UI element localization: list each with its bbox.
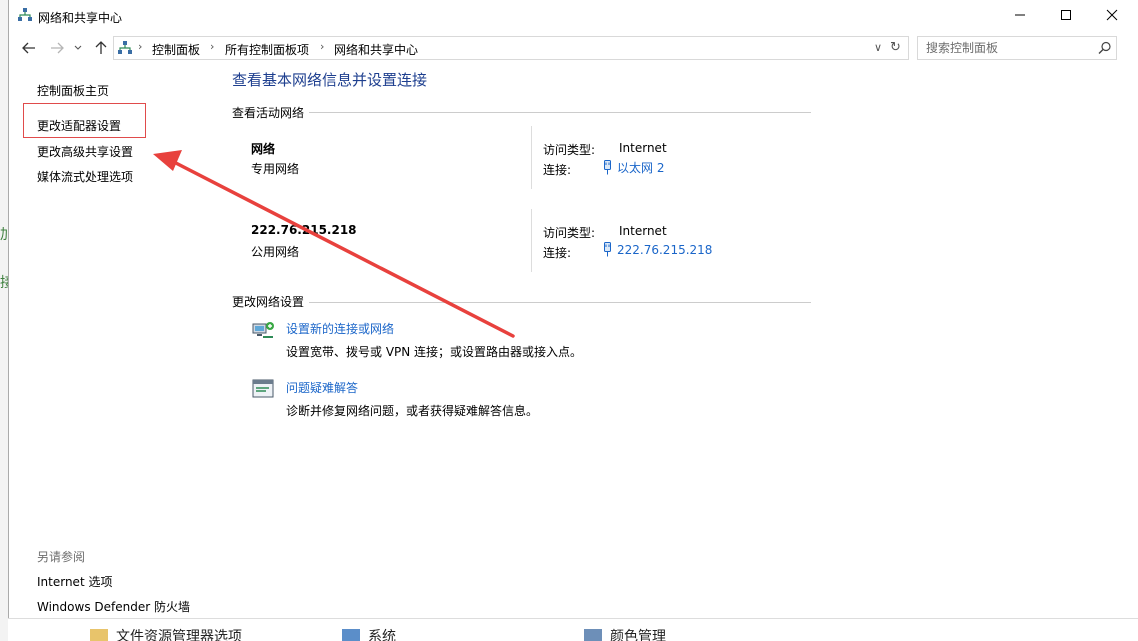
connection-name[interactable]: 222.76.215.218 [617, 243, 712, 257]
search-icon[interactable] [1098, 41, 1112, 55]
column-divider [531, 126, 532, 189]
change-advanced-sharing-link[interactable]: 更改高级共享设置 [37, 143, 133, 160]
arrow-left-icon [22, 42, 35, 54]
window-title: 网络和共享中心 [38, 11, 123, 25]
chevron-down-icon [74, 45, 82, 50]
navigation-bar: › 控制面板 › 所有控制面板项 › 网络和共享中心 ∨ ↻ [9, 34, 1138, 62]
connection-link[interactable]: 222.76.215.218 [603, 242, 712, 257]
minimize-button[interactable] [997, 0, 1043, 30]
change-adapter-settings-link[interactable]: 更改适配器设置 [37, 117, 121, 134]
setup-new-connection-link[interactable]: 设置新的连接或网络 [286, 320, 394, 337]
troubleshoot-problems-link[interactable]: 问题疑难解答 [286, 379, 358, 396]
recent-locations-button[interactable] [71, 38, 85, 58]
search-box[interactable] [917, 36, 1117, 60]
background-item-label: 文件资源管理器选项 [116, 629, 242, 641]
connection-link[interactable]: 以太网 2 [603, 159, 664, 176]
system-icon [342, 629, 360, 641]
network-name: 222.76.215.218 [251, 223, 357, 237]
access-type-label: 访问类型: [543, 143, 596, 157]
up-button[interactable] [91, 38, 111, 58]
network-name: 网络 [251, 142, 276, 156]
maximize-icon [1061, 10, 1071, 20]
maximize-button[interactable] [1043, 0, 1089, 30]
address-bar[interactable]: › 控制面板 › 所有控制面板项 › 网络和共享中心 ∨ ↻ [113, 36, 909, 60]
task-description: 诊断并修复网络问题，或者获得疑难解答信息。 [286, 404, 539, 418]
column-divider [531, 209, 532, 272]
section-divider [309, 112, 811, 113]
access-type-value: Internet [619, 224, 667, 238]
breadcrumb-control-panel[interactable]: 控制面板 [152, 41, 200, 58]
network-category-link[interactable]: 专用网络 [251, 160, 299, 177]
left-pane: 控制面板主页 更改适配器设置 更改高级共享设置 媒体流式处理选项 另请参阅 In… [9, 62, 224, 618]
background-item-label: 颜色管理 [610, 629, 666, 641]
connections-label: 连接: [543, 163, 572, 177]
network-icon [18, 8, 32, 21]
section-divider [309, 302, 811, 303]
change-settings-heading: 更改网络设置 [232, 295, 305, 309]
background-text: 接 [0, 275, 14, 291]
forward-button[interactable] [47, 38, 67, 58]
background-item: 颜色管理 [584, 626, 666, 641]
chevron-down-icon[interactable]: ∨ [874, 41, 882, 54]
connection-name[interactable]: 以太网 2 [617, 159, 664, 176]
media-streaming-options-link[interactable]: 媒体流式处理选项 [37, 168, 133, 185]
connections-label: 连接: [543, 246, 572, 260]
windows-defender-firewall-link[interactable]: Windows Defender 防火墙 [37, 598, 190, 615]
active-networks-heading: 查看活动网络 [232, 106, 305, 120]
page-title: 查看基本网络信息并设置连接 [232, 71, 428, 89]
folder-icon [90, 629, 108, 641]
back-button[interactable] [19, 38, 39, 58]
troubleshoot-icon [252, 379, 274, 398]
minimize-icon [1015, 14, 1025, 16]
control-panel-icon [118, 41, 132, 54]
background-window-bottom: 文件资源管理器选项 系统 颜色管理 [8, 618, 1138, 641]
refresh-icon[interactable]: ↻ [890, 40, 901, 55]
breadcrumb-all-items[interactable]: 所有控制面板项 [225, 41, 309, 58]
search-input[interactable] [926, 40, 1086, 56]
main-content: 查看基本网络信息并设置连接 查看活动网络 网络 专用网络 访问类型: Inter… [231, 62, 831, 462]
arrow-up-icon [95, 41, 107, 54]
access-type-value: Internet [619, 141, 667, 155]
control-panel-home-link[interactable]: 控制面板主页 [37, 82, 109, 99]
ethernet-plug-icon [604, 242, 611, 257]
network-category-link[interactable]: 公用网络 [251, 243, 299, 260]
breadcrumb-separator-icon[interactable]: › [210, 40, 214, 53]
background-window-edge: 加 接 [0, 0, 14, 641]
access-type-label: 访问类型: [543, 226, 596, 240]
breadcrumb-separator-icon[interactable]: › [320, 40, 324, 53]
network-setup-icon [252, 322, 274, 338]
title-bar: 网络和共享中心 [9, 0, 1138, 32]
network-sharing-center-window: 网络和共享中心 › 控制面板 › 所有控制面板项 › 网络和共享中心 ∨ ↻ 搜… [8, 0, 1138, 641]
background-item: 文件资源管理器选项 [90, 626, 242, 641]
background-item: 系统 [342, 626, 396, 641]
close-icon [1106, 9, 1118, 21]
internet-options-link[interactable]: Internet 选项 [37, 573, 112, 590]
background-text: 加 [0, 227, 14, 243]
see-also-heading: 另请参阅 [37, 550, 86, 564]
breadcrumb-separator-icon[interactable]: › [138, 40, 142, 53]
close-button[interactable] [1089, 0, 1135, 30]
breadcrumb-network-center[interactable]: 网络和共享中心 [334, 41, 418, 58]
arrow-right-icon [51, 42, 64, 54]
ethernet-plug-icon [604, 160, 611, 175]
background-item-label: 系统 [368, 629, 396, 641]
color-management-icon [584, 629, 602, 641]
task-description: 设置宽带、拨号或 VPN 连接；或设置路由器或接入点。 [286, 345, 583, 359]
